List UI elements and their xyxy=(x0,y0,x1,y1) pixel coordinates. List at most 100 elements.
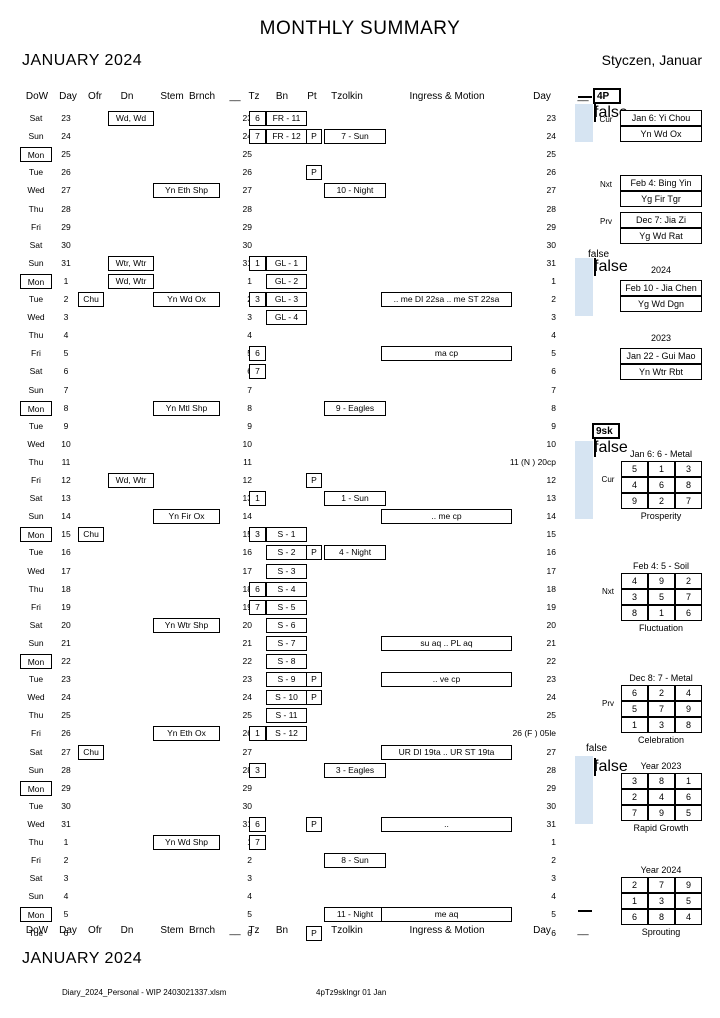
dow-cell: Tue xyxy=(28,547,44,558)
dow-cell-monday: Mon xyxy=(20,273,52,289)
day-cell: 11 xyxy=(61,456,71,467)
stem-branch-cell: Yn Mtl Shp xyxy=(153,400,220,416)
magic-square-year-cell: 6 xyxy=(621,909,648,925)
[interactable]: false xyxy=(594,439,628,457)
tz-cell: 6 xyxy=(249,346,266,362)
day-cell: 27 xyxy=(61,185,71,196)
day-cell: 26 xyxy=(61,167,71,178)
day-cell: 24 xyxy=(61,692,71,703)
magic-square-cell: 9 xyxy=(675,701,702,717)
dow-cell: Sun xyxy=(28,257,44,268)
bn-cell: GL - 3 xyxy=(266,292,307,307)
magic-square-year-cell: 5 xyxy=(675,805,702,821)
day-right-cell: 16 xyxy=(546,547,556,558)
ofr-cell: Chu xyxy=(78,527,104,543)
magic-square-year-cell: 8 xyxy=(648,909,675,925)
magic-square-cell: 8 xyxy=(675,717,702,733)
day-index-cell: 25 xyxy=(242,149,252,160)
day-cell: 18 xyxy=(61,583,71,594)
magic-square-cell: 9 xyxy=(621,493,648,509)
magic-square-year-heading: Year 2023 xyxy=(640,761,682,771)
day-right-cell: 9 xyxy=(551,420,556,431)
dow-cell: Wed xyxy=(27,185,45,196)
magic-square-cell: 5 xyxy=(621,701,648,717)
calendar-grid: DoW Day Ofr Dn Stem Brnch __ Tz Bn Pt Tzolkin Ingre… xyxy=(0,0,720,1018)
dow-cell: Sun xyxy=(28,764,44,775)
day-cell: 7 xyxy=(63,384,69,395)
tzolkin-cell: 8 - Sun xyxy=(324,853,386,869)
day-right-cell: 11 (N ) 20cp xyxy=(509,456,556,467)
day-cell: 5 xyxy=(63,348,69,359)
panel-4p-entry-line1: Dec 7: Jia Zi xyxy=(620,212,702,228)
day-index-cell: 27 xyxy=(242,185,252,196)
day-cell: 6 xyxy=(63,927,69,938)
panel-4p-entry-line1: Jan 6: Yi Chou xyxy=(620,110,702,126)
magic-square-caption: Celebration xyxy=(637,735,685,745)
panel-4p-role-label: Cur xyxy=(599,115,613,124)
day-index-cell: 23 xyxy=(242,674,252,685)
day-right-cell: 28 xyxy=(546,203,556,214)
magic-square-role-label: Prv xyxy=(602,699,614,708)
tzolkin-cell: 9 - Eagles xyxy=(324,400,386,416)
tz-cell: 7 xyxy=(249,599,266,615)
dow-cell: Sat xyxy=(29,746,43,757)
day-cell: 19 xyxy=(61,601,71,612)
magic-square-year-heading: Year 2024 xyxy=(640,865,682,875)
stem-branch-cell: Yn Eth Ox xyxy=(153,726,220,742)
column-header-ingress: Ingress & Motion xyxy=(409,91,485,102)
day-index-cell: 16 xyxy=(242,547,252,558)
magic-square-cell: 8 xyxy=(621,605,648,621)
bn-cell: S - 3 xyxy=(266,563,307,579)
day-right-cell: 2 xyxy=(551,294,556,304)
day-cell: 22 xyxy=(61,656,71,666)
day-index-cell: 6 xyxy=(247,927,252,938)
[interactable]: false xyxy=(594,104,628,122)
magic-square-year-caption: Sprouting xyxy=(641,927,681,937)
tz-cell: 3 xyxy=(249,762,266,778)
panel-4p-role-label: Prv xyxy=(600,217,612,226)
ingress-motion-cell: .. me DI 22sa .. me ST 22sa xyxy=(381,292,512,307)
dow-cell-monday: Mon xyxy=(20,654,52,669)
day-index-cell: 20 xyxy=(242,619,252,630)
day-cell: 12 xyxy=(61,475,71,485)
bn-cell: S - 11 xyxy=(266,708,307,724)
day-cell: 25 xyxy=(61,149,71,160)
day-right-cell: 27 xyxy=(546,185,556,196)
[interactable]: false xyxy=(594,258,628,276)
dow-cell: Fri xyxy=(31,728,41,739)
panel-4p-entry-line1: Feb 4: Bing Yin xyxy=(620,175,702,191)
day-index-cell: 2 xyxy=(247,855,252,866)
bn-cell: S - 5 xyxy=(266,599,307,615)
[interactable]: false xyxy=(594,758,628,776)
column-header-ofr: Ofr xyxy=(88,925,102,936)
column-header-dn: Dn xyxy=(120,925,134,936)
day-right-cell: 24 xyxy=(546,131,556,142)
stem-branch-cell: Yn Wd Shp xyxy=(153,835,220,850)
day-cell: 5 xyxy=(63,909,69,920)
magic-square-caption: Fluctuation xyxy=(638,623,684,633)
dow-cell-monday: Mon xyxy=(20,400,52,416)
panel-4p-underscore xyxy=(578,96,592,98)
day-index-cell: 11 xyxy=(243,456,252,467)
day-cell: 28 xyxy=(61,764,71,775)
day-cell: 10 xyxy=(61,438,71,449)
stem-branch-cell: Yn Wd Ox xyxy=(153,292,220,307)
column-header-pt: Pt xyxy=(307,91,317,102)
column-header-stem: Stem xyxy=(160,91,184,102)
magic-square-cell: 2 xyxy=(675,573,702,589)
day-index-cell: 3 xyxy=(247,312,252,323)
day-right-cell: 6 xyxy=(551,366,556,377)
day-right-cell: 22 xyxy=(546,656,556,666)
magic-square-cell: 5 xyxy=(621,461,648,477)
day-index-cell: 10 xyxy=(242,438,252,449)
ingress-motion-cell: .. ve cp xyxy=(381,672,512,688)
bn-cell: S - 12 xyxy=(266,726,307,742)
dow-cell: Fri xyxy=(31,855,41,866)
day-cell: 13 xyxy=(61,493,71,504)
day-index-cell: 24 xyxy=(242,692,252,703)
dow-cell: Fri xyxy=(31,348,41,359)
dow-cell: Tue xyxy=(28,927,44,938)
day-cell: 28 xyxy=(61,203,71,214)
magic-square-year-cell: 4 xyxy=(648,789,675,805)
day-right-cell: 30 xyxy=(546,800,556,811)
